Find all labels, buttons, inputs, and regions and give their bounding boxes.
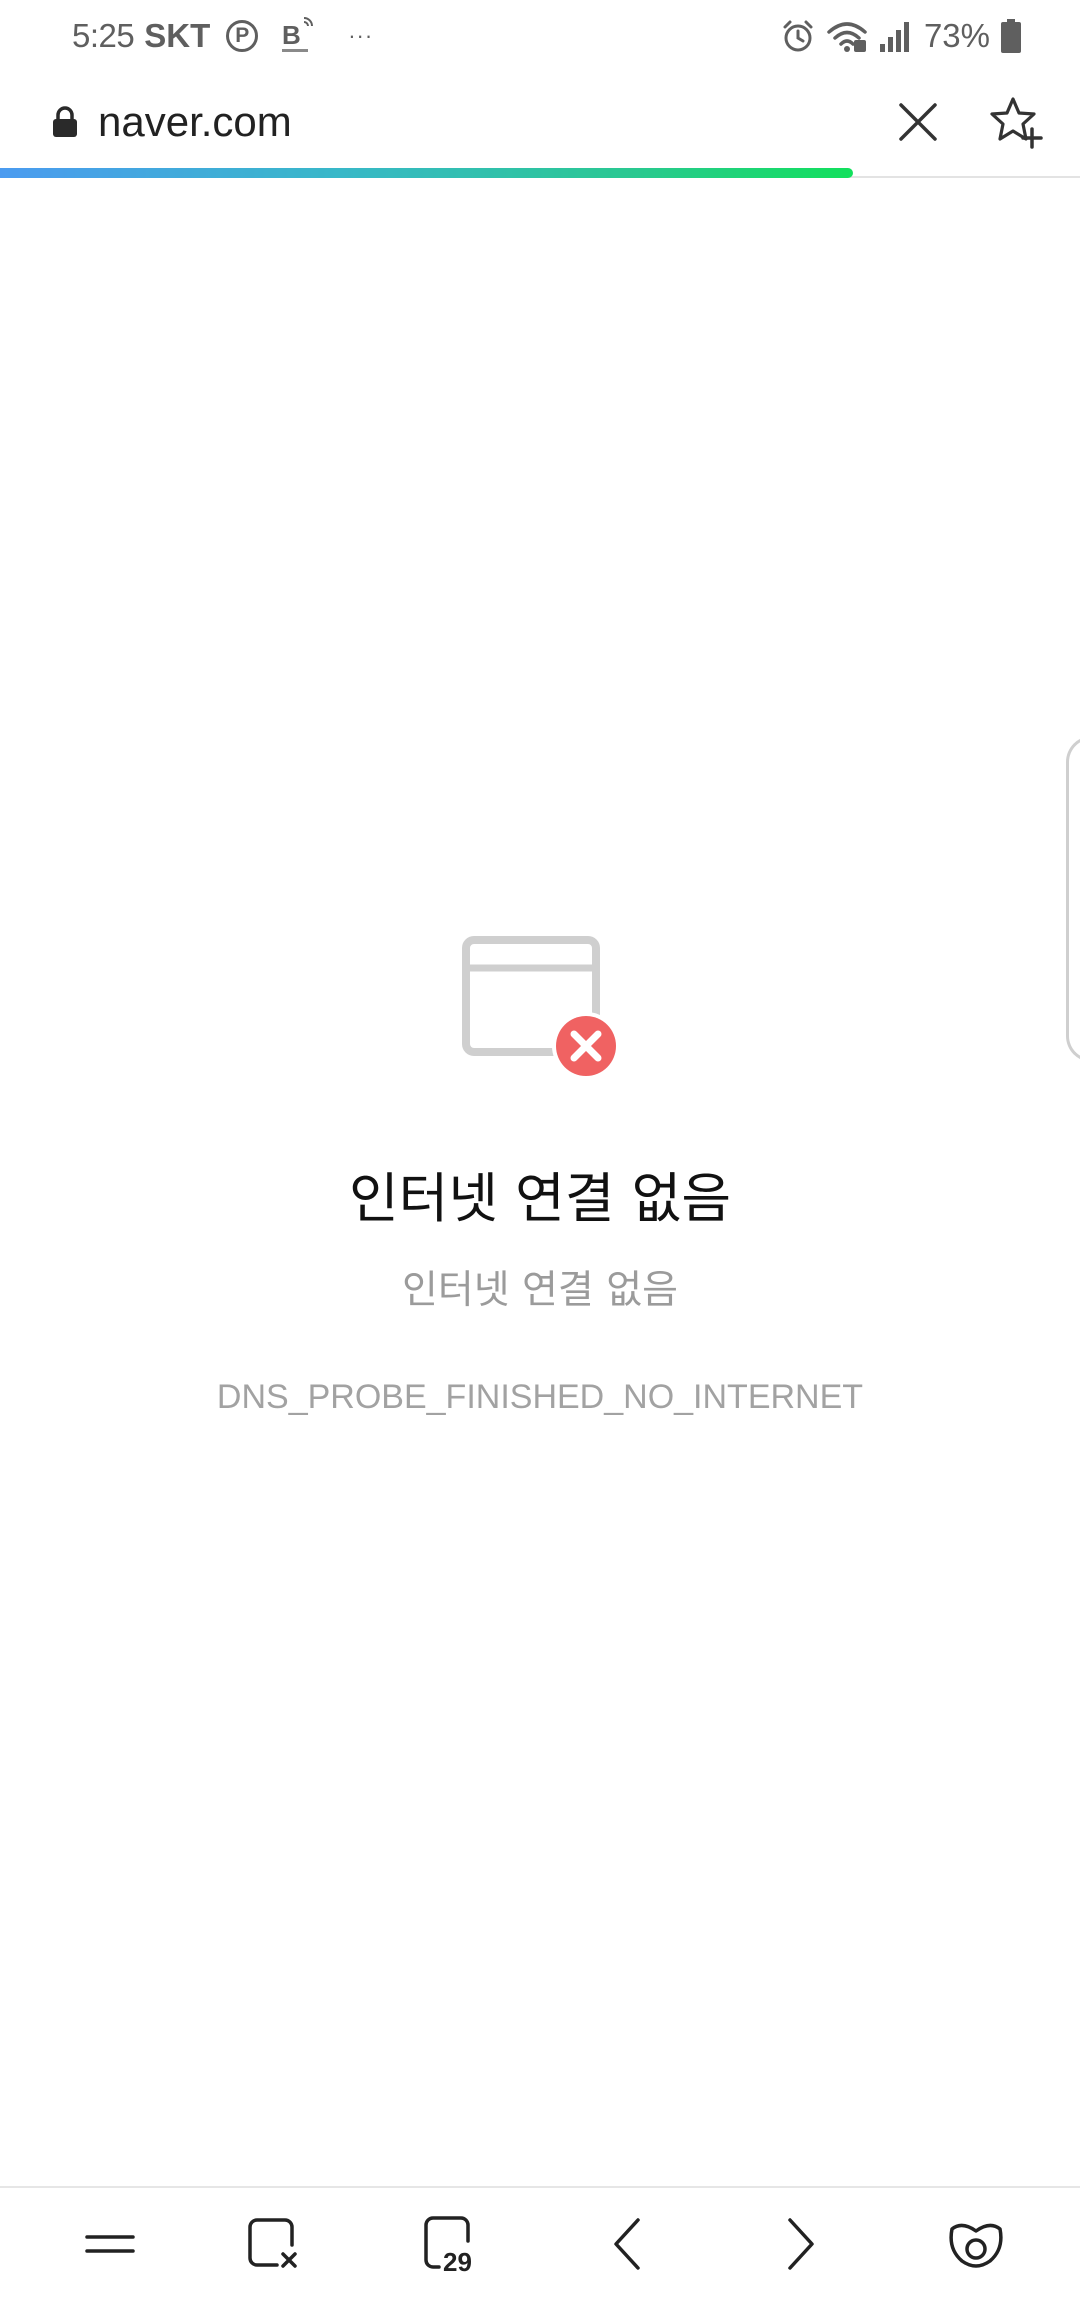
no-connection-icon <box>462 936 620 1080</box>
error-title: 인터넷 연결 없음 <box>348 1167 732 1230</box>
wifi-icon <box>827 22 867 52</box>
url-field[interactable]: naver.com <box>98 96 292 148</box>
close-tabs-button[interactable] <box>234 2204 314 2284</box>
back-button[interactable] <box>588 2204 668 2284</box>
tabs-icon: 29 <box>424 2216 472 2273</box>
battery-percent: 73% <box>923 17 990 54</box>
b-notification-icon: B <box>282 17 314 52</box>
close-tabs-icon <box>248 2218 297 2268</box>
tab-count: 29 <box>443 2247 472 2273</box>
bottom-toolbar: 29 <box>0 2186 1080 2298</box>
signal-icon <box>879 22 909 52</box>
page-load-progress <box>0 168 854 178</box>
browser-screen: 5:25 SKT P B ··· 73% naver.com 인터넷 연결 없음… <box>0 0 1080 2298</box>
alarm-icon <box>783 20 813 52</box>
url-bar: naver.com <box>0 72 1080 172</box>
error-code: DNS_PROBE_FINISHED_NO_INTERNET <box>216 1378 864 1416</box>
status-right: 73% <box>780 14 1022 58</box>
error-subtitle: 인터넷 연결 없음 <box>402 1268 678 1313</box>
status-carrier: SKT <box>144 17 211 54</box>
battery-icon <box>1001 19 1021 53</box>
edge-panel-handle[interactable] <box>1066 736 1080 1062</box>
parking-icon: P <box>226 20 259 52</box>
forward-icon <box>788 2218 814 2270</box>
star-plus-icon <box>990 97 1043 149</box>
svg-text:B: B <box>282 20 301 50</box>
add-bookmark-button[interactable] <box>986 92 1046 152</box>
back-icon <box>614 2218 640 2270</box>
whale-button[interactable] <box>936 2204 1016 2284</box>
tabs-button[interactable]: 29 <box>412 2204 492 2284</box>
status-left: 5:25 SKT P B ··· <box>72 14 373 58</box>
status-bar: 5:25 SKT P B ··· 73% <box>0 0 1080 72</box>
status-time: 5:25 <box>72 17 135 54</box>
stop-loading-button[interactable] <box>890 94 946 150</box>
more-notifications-icon: ··· <box>348 23 374 48</box>
menu-button[interactable] <box>70 2204 150 2284</box>
close-icon <box>899 103 937 141</box>
lock-icon <box>53 106 77 137</box>
whale-icon <box>949 2223 1003 2268</box>
menu-icon <box>85 2235 135 2253</box>
forward-button[interactable] <box>760 2204 840 2284</box>
